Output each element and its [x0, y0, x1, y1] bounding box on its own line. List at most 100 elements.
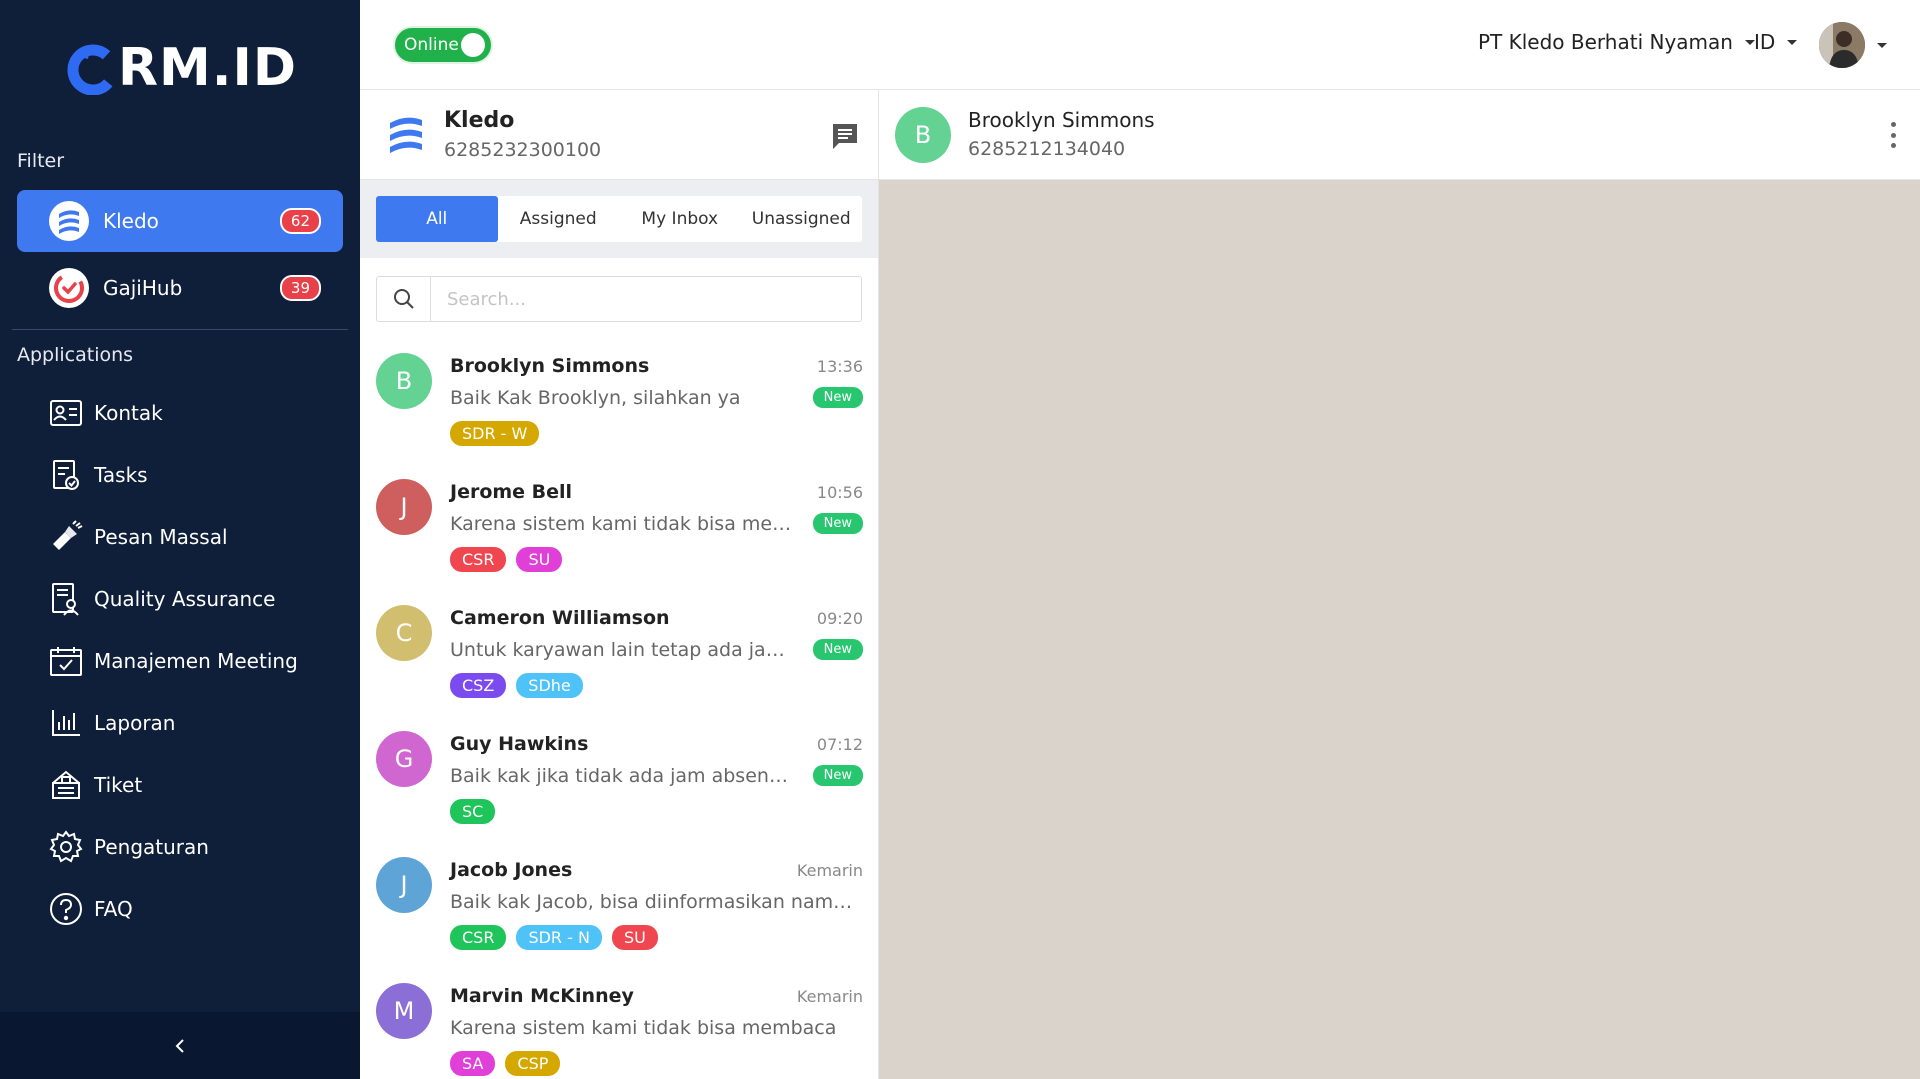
tab-my-inbox[interactable]: My Inbox: [619, 196, 741, 242]
message-preview: Baik kak Jacob, bisa diinformasikan nama…: [450, 891, 860, 913]
company-name: PT Kledo Berhati Nyaman: [1478, 30, 1733, 54]
applications-label: Applications: [17, 344, 134, 366]
topbar: Online PT Kledo Berhati Nyaman ID: [360, 0, 1920, 90]
channel-kledo[interactable]: Kledo 62: [17, 190, 343, 252]
tag-list: SA CSP: [450, 1051, 561, 1076]
more-options-icon[interactable]: [1888, 120, 1898, 150]
unread-badge: 39: [279, 275, 321, 301]
inbox-header: Kledo 6285232300100: [360, 90, 878, 180]
calendar-icon: [48, 643, 84, 679]
nav-label: Tasks: [94, 463, 148, 487]
caret-down-icon: [1787, 39, 1798, 45]
contact-name: Jacob Jones: [450, 859, 573, 881]
nav-item-pengaturan[interactable]: Pengaturan: [48, 827, 209, 867]
nav-label: Quality Assurance: [94, 587, 276, 611]
contact-avatar: C: [376, 605, 432, 661]
inbox-panel: Kledo 6285232300100 All Assigned My Inbo…: [360, 90, 879, 1079]
tag-list: CSZ SDhe: [450, 673, 583, 698]
chevron-left-icon: [175, 1038, 184, 1053]
nav-item-manajemen-meeting[interactable]: Manajemen Meeting: [48, 641, 298, 681]
message-time: 10:56: [816, 483, 863, 502]
language-dropdown[interactable]: ID: [1754, 30, 1798, 54]
contact-name: Brooklyn Simmons: [968, 108, 1155, 132]
tag-list: CSR SU: [450, 547, 563, 572]
conversation-item[interactable]: J Jacob Jones Kemarin Baik kak Jacob, bi…: [360, 847, 879, 973]
conversation-item[interactable]: M Marvin McKinney Kemarin Karena sistem …: [360, 973, 879, 1079]
ticket-icon: [48, 767, 84, 803]
message-time: 13:36: [816, 357, 863, 376]
contact-tag: SU: [516, 547, 563, 572]
tab-assigned[interactable]: Assigned: [498, 196, 620, 242]
contact-tag: SDR - N: [516, 925, 602, 950]
logo-c-icon: [67, 44, 119, 95]
message-time: 07:12: [816, 735, 863, 754]
tag-list: SC: [450, 799, 496, 824]
contact-avatar: G: [376, 731, 432, 787]
nav-item-quality-assurance[interactable]: Quality Assurance: [48, 579, 275, 619]
sidebar: RM.ID Filter Kledo 62 GajiHub 39 Applica…: [0, 0, 360, 1079]
quality-assurance-icon: [48, 581, 84, 617]
sidebar-divider: [12, 329, 348, 330]
company-dropdown[interactable]: PT Kledo Berhati Nyaman: [1478, 30, 1755, 54]
kledo-channel-icon: [49, 201, 89, 241]
inbox-name: Kledo: [444, 108, 515, 133]
chat-panel: B Brooklyn Simmons 6285212134040: [879, 90, 1920, 1079]
contact-phone: 6285212134040: [968, 138, 1126, 160]
contact-name: Marvin McKinney: [450, 985, 634, 1007]
message-time: Kemarin: [796, 987, 863, 1006]
nav-item-tasks[interactable]: Tasks: [48, 455, 148, 495]
channel-gajihub[interactable]: GajiHub 39: [17, 257, 343, 319]
conversation-item[interactable]: B Brooklyn Simmons 13:36 Baik Kak Brookl…: [360, 343, 879, 469]
user-menu[interactable]: [1819, 22, 1887, 68]
message-preview: Karena sistem kami tidak bisa membaca: [450, 513, 795, 535]
nav-label: Laporan: [94, 711, 176, 735]
language-code: ID: [1754, 30, 1776, 54]
contact-tag: SA: [450, 1051, 496, 1076]
conversation-item[interactable]: C Cameron Williamson 09:20 Untuk karyawa…: [360, 595, 879, 721]
contact-avatar: J: [376, 479, 432, 535]
tab-all[interactable]: All: [376, 196, 498, 242]
contact-card-icon: [48, 395, 84, 431]
message-time: Kemarin: [796, 861, 863, 880]
sidebar-collapse-button[interactable]: [0, 1012, 360, 1079]
contact-name: Cameron Williamson: [450, 607, 670, 629]
nav-item-kontak[interactable]: Kontak: [48, 393, 163, 433]
nav-item-pesan-massal[interactable]: Pesan Massal: [48, 517, 228, 557]
contact-tag: CSR: [450, 925, 507, 950]
tab-unassigned[interactable]: Unassigned: [741, 196, 863, 242]
contact-avatar: B: [376, 353, 432, 409]
message-preview: Baik Kak Brooklyn, silahkan ya: [450, 387, 741, 409]
user-avatar: [1819, 22, 1865, 68]
inbox-tabs: All Assigned My Inbox Unassigned: [376, 196, 862, 242]
nav-label: Manajemen Meeting: [94, 649, 298, 673]
message-time: 09:20: [816, 609, 863, 628]
inbox-tabs-bar: All Assigned My Inbox Unassigned: [360, 180, 878, 258]
new-badge: New: [812, 513, 863, 534]
contact-tag: SU: [611, 925, 658, 950]
contact-tag: CSR: [450, 547, 507, 572]
nav-item-faq[interactable]: FAQ: [48, 889, 133, 929]
search-box: [376, 276, 862, 322]
caret-down-icon: [1877, 42, 1887, 48]
nav-item-tiket[interactable]: Tiket: [48, 765, 142, 805]
contact-avatar: M: [376, 983, 432, 1039]
new-message-icon[interactable]: [830, 122, 860, 150]
chat-header: B Brooklyn Simmons 6285212134040: [879, 90, 1920, 180]
broadcast-icon: [48, 519, 84, 555]
search-input[interactable]: [431, 277, 861, 321]
conversation-item[interactable]: J Jerome Bell 10:56 Karena sistem kami t…: [360, 469, 879, 595]
toggle-knob: [461, 33, 485, 57]
contact-name: Brooklyn Simmons: [450, 355, 650, 377]
online-status-toggle[interactable]: Online: [393, 26, 493, 64]
message-preview: Baik kak jika tidak ada jam absensinya: [450, 765, 795, 787]
new-badge: New: [812, 387, 863, 408]
contact-tag: SDR - W: [450, 421, 540, 446]
contact-name: Jerome Bell: [450, 481, 573, 503]
nav-item-laporan[interactable]: Laporan: [48, 703, 175, 743]
search-icon[interactable]: [377, 277, 431, 321]
nav-label: FAQ: [94, 897, 133, 921]
gajihub-channel-icon: [49, 268, 89, 308]
crm-logo[interactable]: RM.ID: [66, 38, 297, 98]
contact-avatar: B: [895, 107, 951, 163]
conversation-item[interactable]: G Guy Hawkins 07:12 Baik kak jika tidak …: [360, 721, 879, 847]
